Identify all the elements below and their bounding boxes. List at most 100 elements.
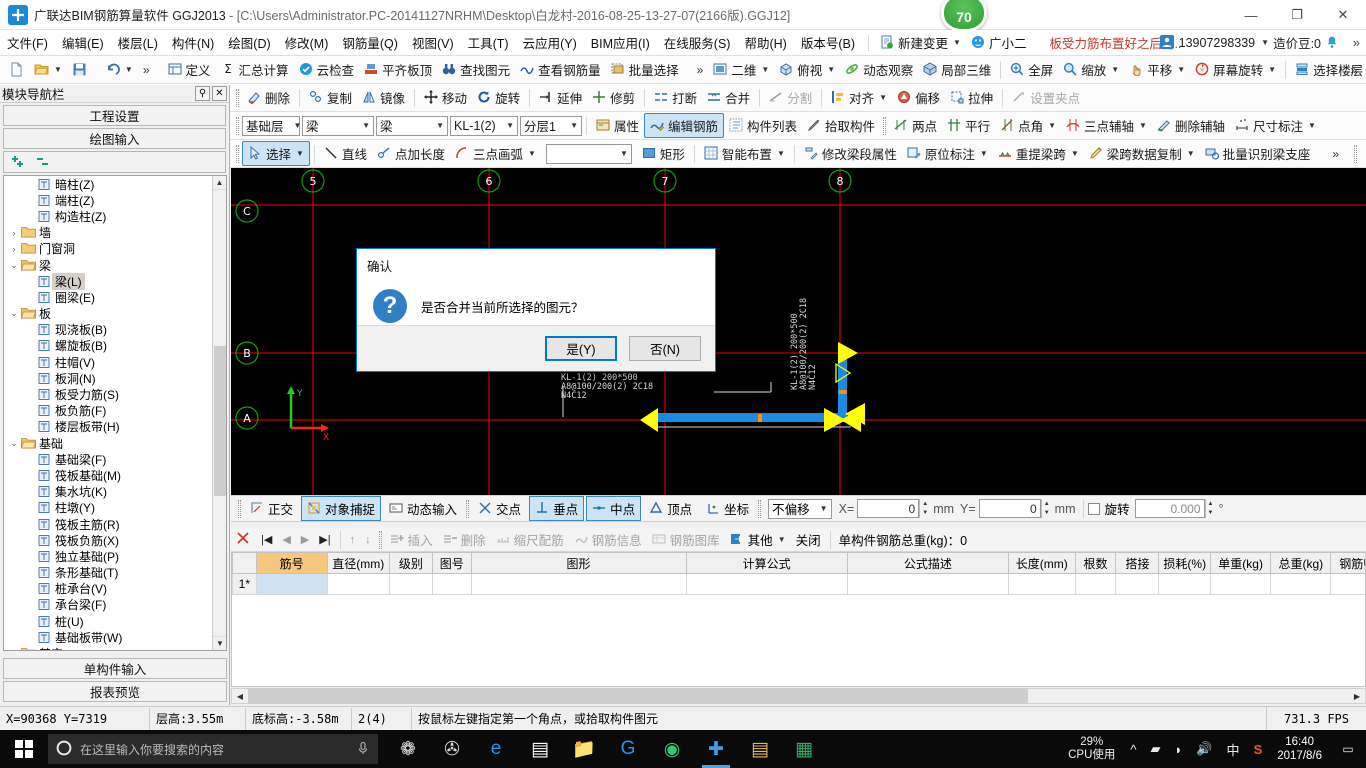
taskbar-app-calc[interactable]: ▦	[784, 730, 824, 768]
toolbar-component-list-button[interactable]: 构件列表	[724, 114, 802, 137]
tree-node[interactable]: 基础板带(W)	[4, 629, 212, 645]
rotate-input[interactable]: 0.000	[1134, 499, 1205, 518]
rotate-checkbox[interactable]	[1087, 502, 1100, 515]
snap-point-coordinate[interactable]: 坐标	[700, 496, 755, 521]
new-file-button[interactable]	[4, 60, 29, 79]
dialog-yes-button[interactable]: 是(Y)	[545, 336, 617, 361]
toolbar-rect-button[interactable]: 矩形	[637, 142, 690, 165]
component-select[interactable]: KL-1(2) ▼	[450, 115, 518, 136]
chevron-down-icon[interactable]: ▼	[570, 121, 578, 130]
rebar-cell[interactable]	[846, 573, 1009, 595]
toolbar-smart-layout-button[interactable]: 智能布置 ▼	[699, 142, 790, 165]
tree-node[interactable]: ⌄ 基础	[4, 435, 212, 451]
move-up-button[interactable]: ↑	[345, 534, 361, 546]
chevron-down-icon[interactable]: ▼	[528, 149, 536, 158]
toolbar-align-slab-button[interactable]: 平齐板顶	[359, 58, 437, 81]
taskbar-app-note[interactable]: ▤	[740, 730, 780, 768]
toolbar-delete-axis-button[interactable]: 删除辅轴	[1152, 114, 1230, 137]
toolbar-edit-rebar-button[interactable]: 编辑钢筋	[644, 113, 725, 138]
toolbar-three-point-axis-button[interactable]: 三点辅轴 ▼	[1061, 114, 1152, 137]
tree-node[interactable]: 承台梁(F)	[4, 597, 212, 613]
undo-button[interactable]: ▼	[100, 60, 138, 79]
chevron-down-icon[interactable]: ▼	[54, 65, 62, 74]
toolbar-extend-button[interactable]: 延伸	[534, 86, 587, 109]
tray-battery-icon[interactable]: ▰	[1144, 741, 1168, 757]
toolbar-copy-button[interactable]: 复制	[304, 86, 357, 109]
minimize-button[interactable]: —	[1228, 0, 1274, 30]
prev-record-button[interactable]: ◀	[277, 533, 295, 546]
rebar-other-button[interactable]: 其他 ▼	[725, 529, 791, 550]
tree-node[interactable]: 楼层板带(H)	[4, 419, 212, 435]
menu-item-4[interactable]: 绘图(D)	[221, 30, 277, 55]
chevron-down-icon[interactable]: ▼	[1268, 65, 1276, 74]
toolbar-cloud-check-button[interactable]: 云检查	[294, 58, 360, 81]
rebar-col-header[interactable]: 筋号	[255, 552, 328, 574]
save-button[interactable]	[67, 60, 92, 79]
tray-volume-icon[interactable]: 🔊	[1189, 741, 1219, 757]
rebar-col-header[interactable]: 图号	[431, 552, 472, 574]
chevron-down-icon[interactable]: ▼	[879, 93, 887, 102]
chevron-down-icon[interactable]: ▼	[294, 121, 302, 130]
report-preview-button[interactable]: 报表预览	[3, 681, 227, 702]
tree-node[interactable]: 构造柱(Z)	[4, 208, 212, 224]
y-input[interactable]: 0	[978, 499, 1041, 518]
pin-icon[interactable]: ⚲	[195, 86, 210, 101]
toolbar-mirror-button[interactable]: 镜像	[357, 86, 410, 109]
floor-select[interactable]: 基础层 ▼	[242, 115, 302, 136]
scroll-right-icon[interactable]: ▶	[1349, 692, 1365, 701]
tree-scrollbar[interactable]: ▲ ▼	[212, 176, 226, 650]
scroll-up-icon[interactable]: ▲	[213, 176, 226, 190]
single-component-input-button[interactable]: 单构件输入	[3, 658, 227, 679]
toolbar-copy-span-data-button[interactable]: 梁跨数据复制 ▼	[1084, 142, 1200, 165]
toolbar-topview-button[interactable]: 俯视 ▼	[774, 58, 840, 81]
toolbar-offset-button[interactable]: 偏移	[892, 86, 945, 109]
toolbar-batch-select-button[interactable]: 批量选择	[606, 58, 684, 81]
taskbar-search-input[interactable]: 在这里输入你要搜索的内容	[48, 734, 378, 764]
draw-mode-select[interactable]: ▼	[545, 143, 632, 164]
tray-wifi-icon[interactable]: ◗	[1168, 742, 1190, 757]
table-row[interactable]: 1*	[232, 573, 1365, 595]
snap-toggle-ortho[interactable]: 正交	[244, 496, 299, 521]
microphone-icon[interactable]	[356, 741, 370, 758]
snap-point-midpoint[interactable]: 中点	[586, 496, 642, 521]
menu-item-11[interactable]: 在线服务(S)	[657, 30, 738, 55]
account-chevron-down-icon[interactable]: ▼	[1261, 38, 1269, 47]
rebar-cell[interactable]	[1210, 573, 1272, 595]
close-icon[interactable]: ✕	[212, 86, 227, 101]
scroll-down-icon[interactable]: ▼	[213, 636, 226, 650]
expand-all-icon[interactable]	[12, 155, 27, 170]
rebar-col-header[interactable]: 钢筋归类	[1330, 552, 1365, 574]
rebar-col-header[interactable]: 单重(kg)	[1210, 552, 1272, 574]
chevron-down-icon[interactable]: ▼	[1187, 149, 1195, 158]
toolbar-align-button[interactable]: 对齐 ▼	[826, 86, 892, 109]
account-phone[interactable]: 13907298339	[1179, 36, 1255, 50]
menu-item-0[interactable]: 文件(F)	[0, 30, 55, 55]
tree-node[interactable]: 暗柱(Z)	[4, 176, 212, 192]
tree-node[interactable]: 条形基础(T)	[4, 565, 212, 581]
rebar-cell[interactable]	[1158, 573, 1212, 595]
start-button[interactable]	[0, 730, 48, 768]
menu-item-9[interactable]: 云应用(Y)	[516, 30, 584, 55]
chevron-down-icon[interactable]: ▼	[620, 149, 628, 158]
taskbar-clock[interactable]: 16:40 2017/8/6	[1269, 735, 1330, 763]
rebar-row-index[interactable]: 1*	[232, 573, 257, 595]
menu-item-5[interactable]: 修改(M)	[278, 30, 336, 55]
tree-node[interactable]: 筏板负筋(X)	[4, 532, 212, 548]
tree-node[interactable]: 板洞(N)	[4, 370, 212, 386]
menu-item-8[interactable]: 工具(T)	[461, 30, 516, 55]
rebar-table-hscrollbar[interactable]: ◀ ▶	[231, 688, 1366, 704]
drawing-input-button[interactable]: 绘图输入	[3, 128, 226, 149]
menu-overflow-button[interactable]: »	[1353, 35, 1360, 50]
tree-expander-icon[interactable]: ›	[8, 244, 20, 254]
x-stepper[interactable]: ▲ ▼	[919, 499, 930, 518]
toolbar-property-button[interactable]: 属性	[591, 114, 644, 137]
chevron-down-icon[interactable]: ▼	[125, 65, 133, 74]
tree-node[interactable]: 螺旋板(B)	[4, 338, 212, 354]
rebar-cell[interactable]	[685, 573, 848, 595]
taskbar-app-store[interactable]: ▤	[520, 730, 560, 768]
toolbar-move-button[interactable]: 移动	[419, 86, 472, 109]
chevron-down-icon[interactable]: ▼	[362, 121, 370, 130]
open-file-button[interactable]: ▼	[29, 60, 67, 79]
toolbar-merge-button[interactable]: 合并	[702, 86, 755, 109]
snap-point-intersection[interactable]: 交点	[472, 496, 527, 521]
